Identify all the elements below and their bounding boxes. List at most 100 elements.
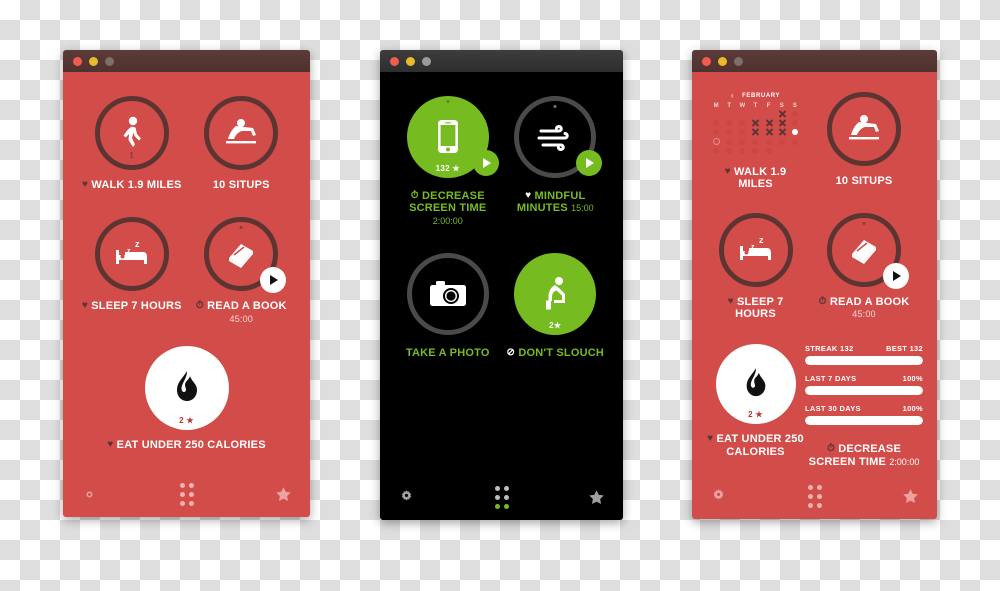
habit-circle[interactable]: z z (94, 217, 169, 292)
habit-circle[interactable] (204, 217, 287, 294)
star-icon[interactable] (275, 486, 292, 503)
calendar-day-open[interactable] (712, 138, 720, 145)
window-habits-stats[interactable]: ‹ FEBRUARY M T W T F S S ♥ WALK 1.9 MILE… (692, 50, 937, 519)
book-icon (852, 239, 876, 264)
prev-month-button[interactable]: ‹ (731, 92, 734, 100)
bottom-navbar[interactable] (380, 474, 623, 520)
calendar-day-dim[interactable] (791, 111, 798, 117)
calendar-day-dim[interactable] (739, 148, 746, 154)
dow: W (739, 103, 746, 109)
habit-tile-sleep[interactable]: z z ♥ SLEEP 7 HOURS (706, 212, 805, 321)
habit-label: ♥ SLEEP 7 HOURS (706, 296, 805, 321)
habit-tile-slouch[interactable]: 2★ ⊘ DON'T SLOUCH (502, 252, 610, 359)
calendar-grid[interactable] (710, 111, 802, 154)
habit-tile-walk[interactable]: ‹ FEBRUARY M T W T F S S ♥ WALK 1.9 MILE… (706, 92, 805, 191)
maximize-button[interactable] (105, 56, 114, 66)
maximize-button[interactable] (422, 56, 431, 66)
habit-tile-screen-time[interactable]: STREAK 132 BEST 132 LAST 7 DAYS 100% LAS… (805, 344, 923, 468)
titlebar[interactable] (380, 50, 623, 72)
grid-dots-icon[interactable] (179, 482, 194, 506)
minimize-button[interactable] (89, 56, 98, 66)
calendar-day-x[interactable] (779, 111, 785, 117)
close-button[interactable] (390, 56, 399, 66)
calendar-day-x[interactable] (779, 129, 785, 135)
maximize-button[interactable] (734, 56, 743, 66)
habit-circle[interactable]: 1 (94, 96, 169, 170)
situps-circle (204, 96, 279, 170)
habit-tile-screen-time[interactable]: 132 ★ ⏱ DECREASE SCREEN TIME 2:00:00 (394, 96, 502, 227)
calendar-day-dim[interactable] (791, 120, 798, 126)
calendar-day-today[interactable] (791, 129, 798, 135)
calendar-weekday-row: M T W T F S S (710, 103, 802, 109)
calendar-day-dim[interactable] (778, 138, 785, 145)
calendar-day-dim[interactable] (726, 138, 733, 145)
calendar-day-dim[interactable] (713, 120, 720, 126)
gear-icon[interactable] (398, 489, 415, 506)
habit-label: ⏱ DECREASE SCREEN TIME 2:00:00 (805, 443, 923, 468)
calendar-day-dim[interactable] (726, 120, 733, 126)
play-button[interactable] (576, 150, 603, 176)
bottom-navbar[interactable] (692, 473, 937, 519)
habit-circle[interactable]: 132 ★ (406, 96, 499, 178)
habit-tile-walk[interactable]: 1 ♥ WALK 1.9 MILES (77, 96, 187, 191)
calendar-day-x[interactable] (766, 120, 772, 126)
habit-circle[interactable]: 2 ★ (715, 344, 796, 425)
calendar-day-dim[interactable] (752, 138, 759, 145)
calendar-day-dim[interactable] (726, 148, 733, 154)
habit-circle[interactable]: 2 ★ (144, 345, 229, 430)
calendar-day-x[interactable] (752, 129, 758, 135)
close-button[interactable] (73, 56, 82, 66)
minimize-button[interactable] (406, 56, 415, 66)
calendar-widget[interactable]: ‹ FEBRUARY M T W T F S S (710, 92, 802, 154)
calendar-day-dim[interactable] (726, 129, 733, 135)
gear-icon[interactable] (710, 488, 727, 505)
close-button[interactable] (702, 56, 711, 66)
habit-tile-read[interactable]: ⏱ READ A BOOK 45:00 (187, 217, 297, 324)
calendar-day-dim[interactable] (752, 148, 759, 154)
habit-tile-read[interactable]: ⏱ READ A BOOK 45:00 (805, 212, 923, 321)
minimize-button[interactable] (718, 56, 727, 66)
titlebar[interactable] (63, 50, 310, 72)
calendar-day-dim[interactable] (765, 138, 772, 145)
calendar-day-x[interactable] (752, 120, 758, 126)
habit-tile-photo[interactable]: TAKE A PHOTO (394, 252, 502, 359)
star-icon[interactable] (902, 488, 919, 505)
habit-tile-mindful[interactable]: ♥ MINDFUL MINUTES 15:00 (502, 96, 610, 227)
calendar-day-dim[interactable] (739, 138, 746, 145)
play-button[interactable] (472, 150, 499, 176)
grid-dots-icon[interactable] (807, 484, 822, 508)
habit-tile-calories[interactable]: 2 ★ ♥ EAT UNDER 250 CALORIES (706, 344, 805, 468)
calendar-day-dim[interactable] (765, 148, 772, 154)
window-habits-dark[interactable]: 132 ★ ⏱ DECREASE SCREEN TIME 2:00:00 ♥ M… (380, 50, 623, 520)
habit-tile-situps[interactable]: 10 SITUPS (805, 92, 923, 191)
habit-circle[interactable] (406, 252, 489, 335)
habit-circle[interactable] (514, 96, 603, 178)
habit-label: TAKE A PHOTO (406, 347, 490, 359)
gear-icon[interactable] (81, 486, 98, 503)
habit-tile-situps[interactable]: 10 SITUPS (187, 96, 297, 191)
calendar-day-dim[interactable] (713, 148, 720, 154)
window-habits-red[interactable]: 1 ♥ WALK 1.9 MILES 10 SITUPS z z ♥ SLEEP… (63, 50, 310, 517)
play-button[interactable] (260, 267, 287, 294)
calendar-day-dim[interactable] (739, 120, 746, 126)
titlebar[interactable] (692, 50, 937, 72)
play-button[interactable] (883, 262, 909, 289)
calendar-day-dim[interactable] (791, 138, 798, 145)
calendar-day-dim[interactable] (739, 129, 746, 135)
dow: S (779, 103, 784, 109)
bottom-navbar[interactable] (63, 471, 310, 517)
star-icon[interactable] (588, 489, 605, 506)
calendar-day-x[interactable] (779, 120, 785, 126)
calendar-day-dim[interactable] (713, 129, 720, 135)
calendar-day-x[interactable] (766, 129, 772, 135)
dow: F (766, 103, 771, 109)
stat-bar (805, 356, 923, 366)
habit-circle[interactable] (827, 92, 901, 166)
habit-circle[interactable] (827, 212, 909, 289)
habit-circle[interactable]: 2★ (514, 252, 597, 335)
habit-tile-sleep[interactable]: z z ♥ SLEEP 7 HOURS (77, 217, 187, 323)
habit-circle[interactable] (204, 96, 279, 170)
habit-circle[interactable]: z z (718, 212, 793, 287)
habit-tile-calories[interactable]: 2 ★ ♥ EAT UNDER 250 CALORIES (63, 345, 310, 451)
grid-dots-icon[interactable] (494, 485, 509, 509)
